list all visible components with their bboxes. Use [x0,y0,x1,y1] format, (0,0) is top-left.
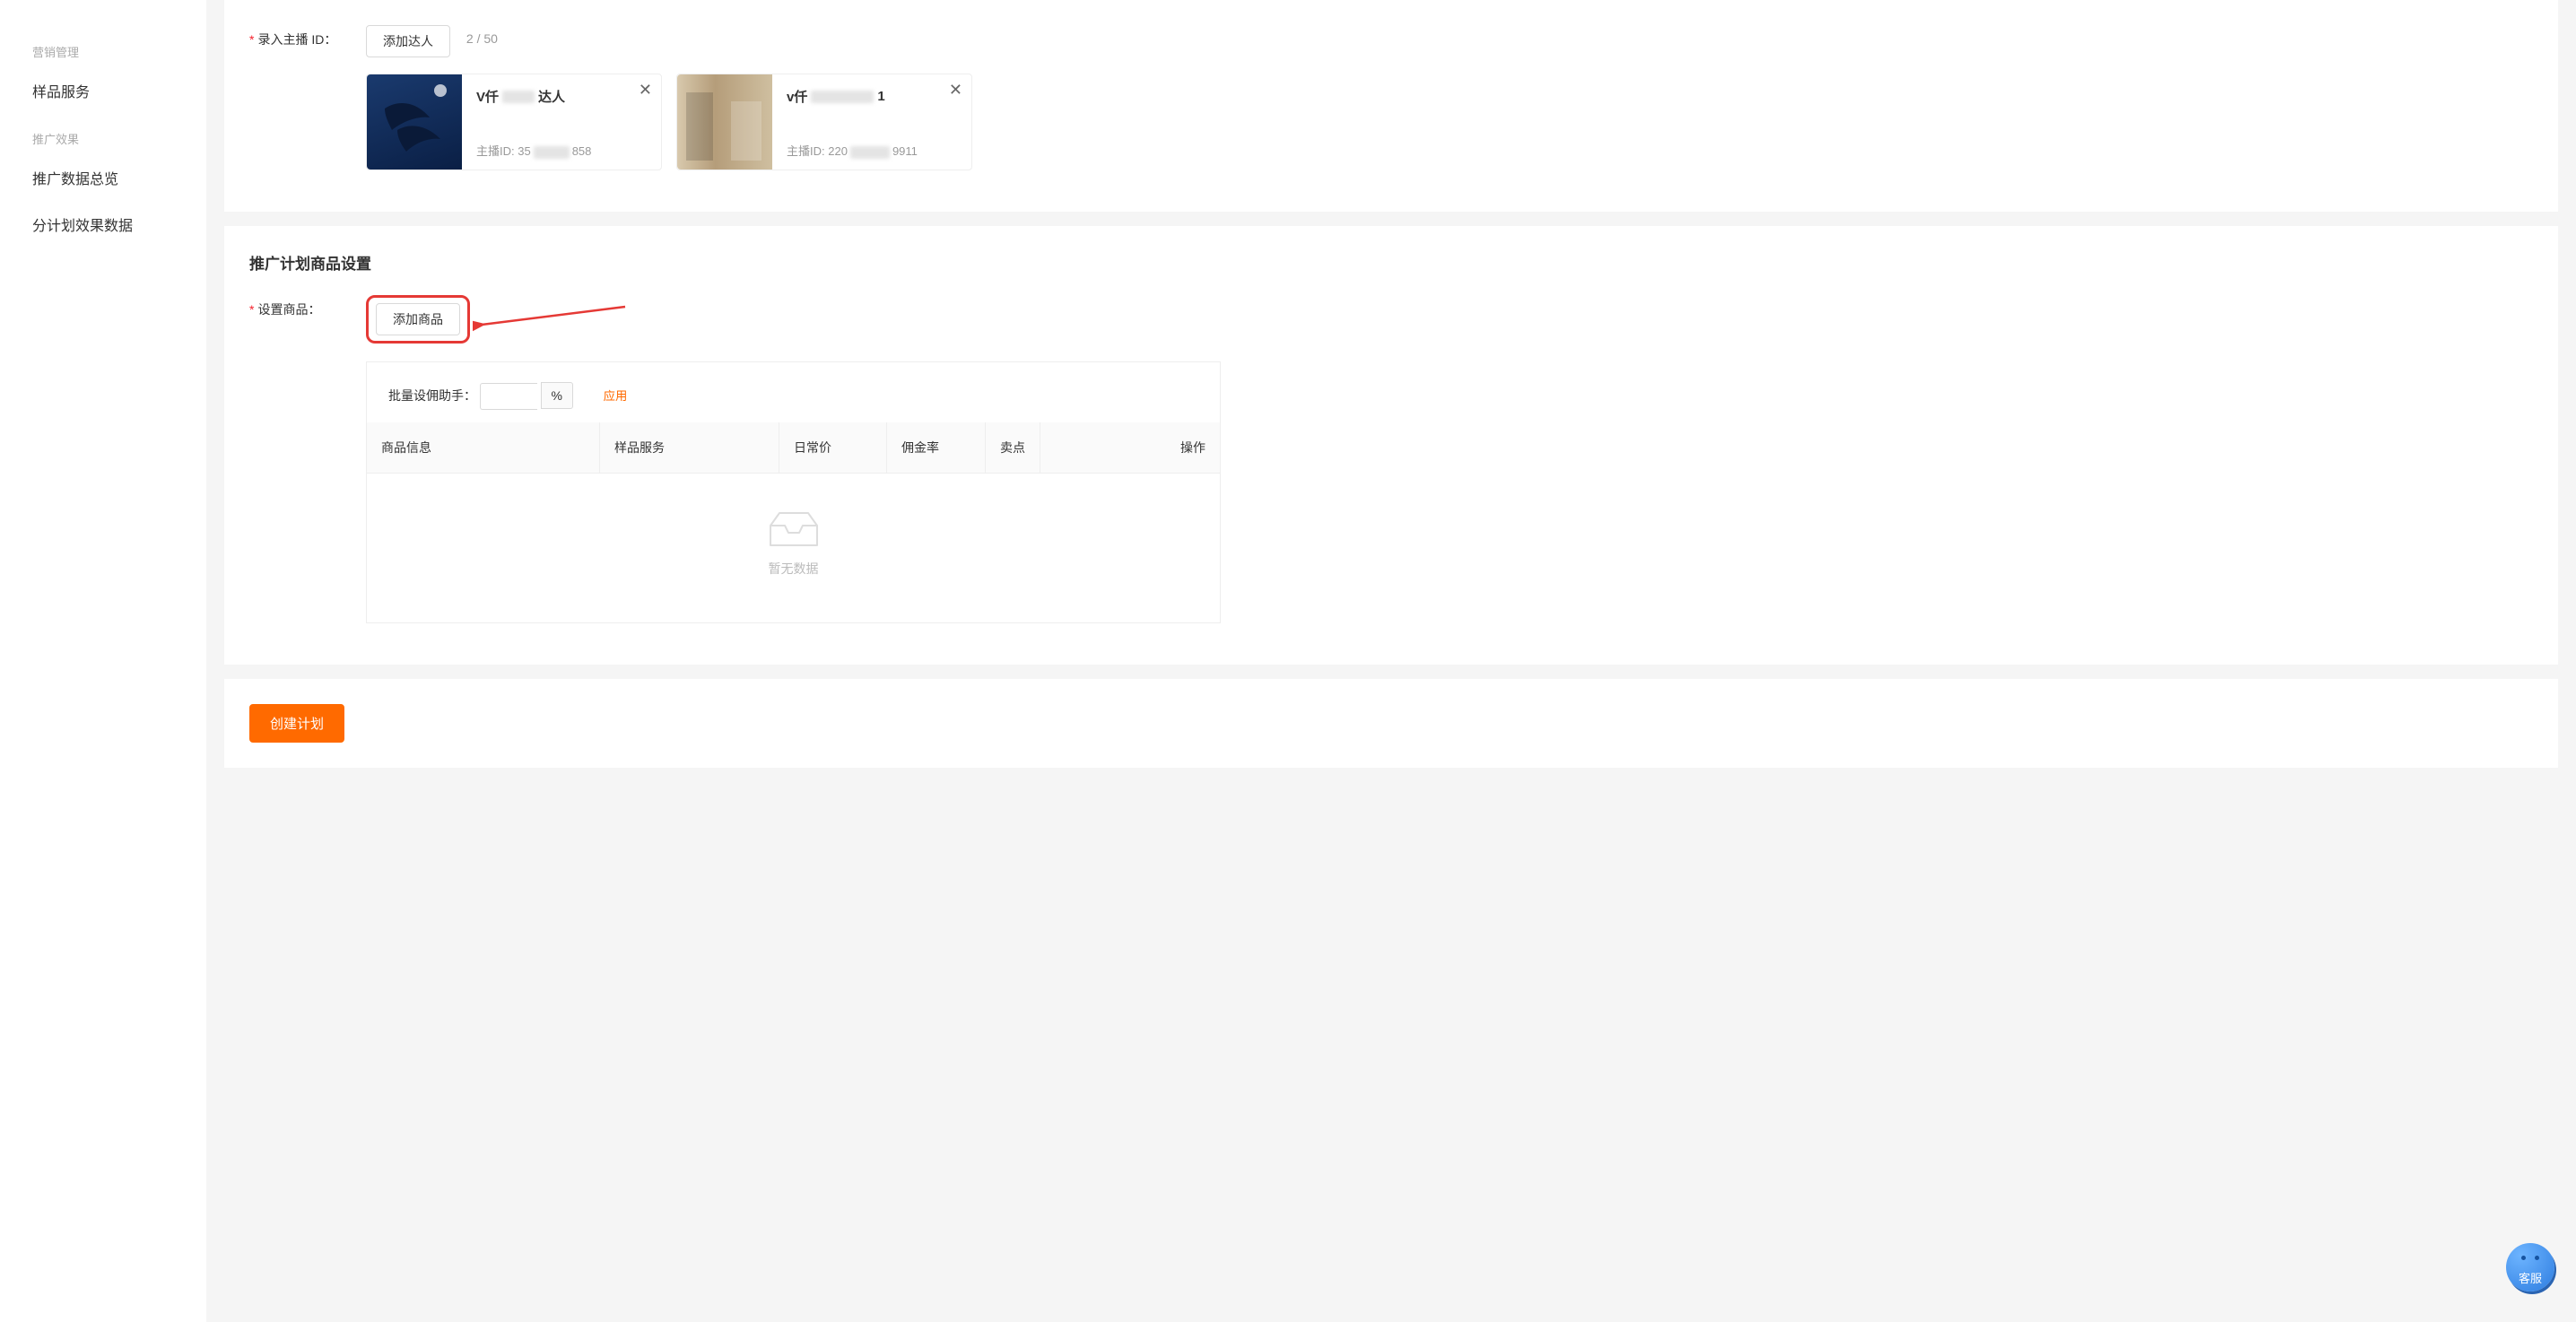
sidebar-item-data-overview[interactable]: 推广数据总览 [0,154,206,201]
product-section-title: 推广计划商品设置 [249,251,2533,274]
empty-text: 暂无数据 [769,560,819,578]
th-product-info: 商品信息 [367,422,600,473]
elephant-icon [2518,1254,2543,1272]
main-content: 录入主播 ID： 添加达人 2 / 50 [206,0,2576,1322]
add-product-button[interactable]: 添加商品 [376,303,460,335]
sidebar-section-marketing: 营销管理 [0,36,206,67]
set-product-label: 设置商品： [249,295,366,318]
anchor-card: V仟 达人 主播ID: 35858 ✕ [366,74,662,170]
percent-suffix: % [541,382,573,409]
anchor-card: v仟 1 主播ID: 2209911 ✕ [676,74,972,170]
th-commission-rate: 佣金率 [887,422,986,473]
sidebar-item-sample-service[interactable]: 样品服务 [0,67,206,114]
create-plan-button[interactable]: 创建计划 [249,704,344,743]
inbox-icon [767,509,821,549]
sidebar: 营销管理 样品服务 推广效果 推广数据总览 分计划效果数据 [0,0,206,1322]
footer-panel: 创建计划 [224,679,2558,768]
anchor-name: v仟 1 [787,87,918,106]
anchor-thumb-mall [677,74,772,170]
sidebar-item-plan-detail[interactable]: 分计划效果数据 [0,201,206,248]
commission-helper-label: 批量设佣助手： [388,388,476,403]
anchor-id: 主播ID: 35858 [476,142,591,159]
sidebar-section-effect: 推广效果 [0,123,206,154]
th-sample-service: 样品服务 [600,422,779,473]
annotation-arrow-icon [473,301,634,337]
apply-button[interactable]: 应用 [595,380,637,410]
th-operation: 操作 [1040,422,1220,473]
anchor-counter: 2 / 50 [466,25,498,46]
anchor-id-label: 录入主播 ID： [249,25,366,48]
th-selling-point: 卖点 [986,422,1040,473]
highlight-add-product: 添加商品 [366,295,470,344]
close-icon[interactable]: ✕ [639,82,652,98]
table-empty-state: 暂无数据 [367,474,1220,622]
th-daily-price: 日常价 [779,422,887,473]
anchor-thumb-dolphin [367,74,462,170]
anchor-panel: 录入主播 ID： 添加达人 2 / 50 [224,0,2558,212]
product-panel: 推广计划商品设置 设置商品： 添加商品 [224,226,2558,665]
commission-input[interactable] [480,383,537,410]
add-anchor-button[interactable]: 添加达人 [366,25,450,57]
fab-label: 客服 [2519,1269,2542,1292]
customer-service-fab[interactable]: 客服 [2506,1243,2554,1292]
close-icon[interactable]: ✕ [949,82,962,98]
product-table: 批量设佣助手： % 应用 商品信息 样品服务 日常价 佣金率 卖点 操作 [366,361,1221,623]
anchor-name: V仟 达人 [476,87,591,106]
anchor-id: 主播ID: 2209911 [787,142,918,159]
table-header: 商品信息 样品服务 日常价 佣金率 卖点 操作 [367,422,1220,474]
